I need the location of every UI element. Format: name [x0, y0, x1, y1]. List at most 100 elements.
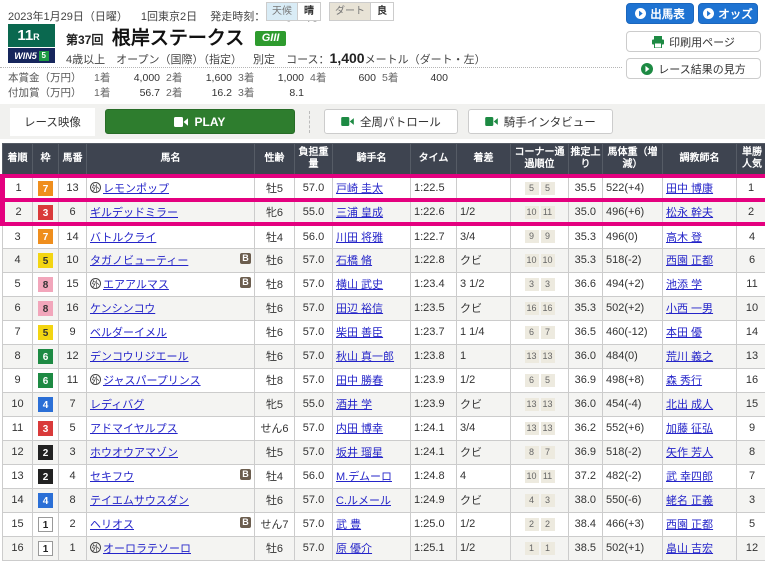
trainer-cell: 矢作 芳人: [663, 440, 737, 464]
table-row: 1324セキフウB牡456.0M.デムーロ1:24.84101137.2482(…: [3, 464, 765, 488]
jockey-link[interactable]: 石橋 脩: [336, 255, 372, 267]
race-ordinal: 第37回: [66, 33, 103, 47]
horse-name-link[interactable]: バトルクライ: [90, 232, 156, 244]
body-weight: 484(0): [603, 344, 663, 368]
trainer-link[interactable]: 小西 一男: [666, 303, 713, 315]
last3f: 35.3: [569, 248, 603, 272]
jockey-link[interactable]: 柴田 善臣: [336, 327, 383, 339]
jockey-link[interactable]: C.ルメール: [336, 495, 391, 507]
trainer-link[interactable]: 高木 登: [666, 232, 702, 244]
horse-name-link[interactable]: ジャスパープリンス: [103, 375, 201, 387]
frame-number-badge: 7: [38, 229, 53, 244]
trainer-cell: 蛯名 正義: [663, 488, 737, 512]
blinkers-badge: B: [240, 517, 251, 528]
foreign-bred-mark: 外: [90, 542, 101, 553]
trainer-link[interactable]: 森 秀行: [666, 375, 702, 387]
trainer-link[interactable]: 畠山 吉宏: [666, 543, 713, 555]
horse-name-link[interactable]: エアアルマス: [103, 279, 169, 291]
trainer-link[interactable]: 田中 博康: [666, 183, 713, 195]
horse-name-link[interactable]: ホウオウアマゾン: [90, 447, 178, 459]
horse-name-link[interactable]: セキフウ: [90, 471, 134, 483]
trainer-link[interactable]: 加藤 征弘: [666, 423, 713, 435]
margin: 1/2: [457, 368, 511, 392]
jockey-link[interactable]: 田辺 裕信: [336, 303, 383, 315]
trainer-link[interactable]: 松永 幹夫: [666, 207, 713, 219]
frame-number-badge: 2: [38, 445, 53, 460]
foreign-bred-mark: 外: [90, 278, 101, 289]
trainer-link[interactable]: 武 幸四郎: [666, 471, 713, 483]
trainer-link[interactable]: 池添 学: [666, 279, 702, 291]
horse-name-link[interactable]: アドマイヤルプス: [90, 423, 178, 435]
jockey-link[interactable]: 三浦 皇成: [336, 207, 383, 219]
table-row: 9611外ジャスパープリンス牡857.0田中 勝春1:23.91/26536.9…: [3, 368, 765, 392]
frame-cell: 6: [33, 368, 59, 392]
corner-order: 1010: [511, 248, 569, 272]
jockey-link[interactable]: M.デムーロ: [336, 471, 392, 483]
prize-rank: 3着: [238, 86, 264, 101]
last3f: 38.5: [569, 536, 603, 560]
patrol-video-button[interactable]: 全周パトロール: [324, 109, 458, 134]
table-header-row: 着順 枠 馬番 馬名 性齢 負担重量 騎手名 タイム 着差 コーナー通過順位 推…: [3, 144, 765, 177]
jockey-link[interactable]: 川田 将雅: [336, 232, 383, 244]
trainer-link[interactable]: 荒川 義之: [666, 351, 713, 363]
start-time-label: 発走時刻：: [210, 11, 265, 23]
jockey-link[interactable]: 秋山 真一郎: [336, 351, 394, 363]
weather-box: 天候 晴: [266, 2, 321, 21]
horse-name-link[interactable]: テイエムサウスダン: [90, 495, 189, 507]
play-button[interactable]: PLAY: [105, 109, 295, 134]
jockey-link[interactable]: 横山 武史: [336, 279, 383, 291]
trainer-link[interactable]: 矢作 芳人: [666, 447, 713, 459]
load-weight: 57.0: [295, 416, 333, 440]
time: 1:23.8: [411, 344, 457, 368]
jockey-link[interactable]: 酒井 学: [336, 399, 372, 411]
table-row: 1713外レモンポップ牡557.0戸崎 圭太1:22.55535.5522(+4…: [3, 176, 765, 200]
sex-age: 牡6: [255, 536, 295, 560]
prize-rank: 1着: [94, 71, 120, 86]
favorite-rank: 7: [737, 464, 765, 488]
frame-number-badge: 8: [38, 277, 53, 292]
horse-name-link[interactable]: レディバグ: [90, 399, 144, 411]
horse-name-link[interactable]: ヘリオス: [90, 519, 134, 531]
horse-name-link[interactable]: ベルダーイメル: [90, 327, 167, 339]
time: 1:22.6: [411, 200, 457, 224]
horse-name-link[interactable]: オーロラテソーロ: [103, 543, 191, 555]
frame-number-badge: 3: [38, 205, 53, 220]
race-header: 11R WIN5 5 第37回 根岸ステークス GIII 4歳以上 オープン（国…: [8, 23, 628, 67]
jockey-link[interactable]: 戸崎 圭太: [336, 183, 383, 195]
last3f: 36.9: [569, 368, 603, 392]
arrow-circle-icon: [703, 8, 714, 19]
horse-number: 15: [59, 272, 87, 296]
jockey-link[interactable]: 田中 勝春: [336, 375, 383, 387]
table-row: 1223ホウオウアマゾン牡557.0坂井 瑠星1:24.1クビ8736.9518…: [3, 440, 765, 464]
horse-name-link[interactable]: タガノビューティー: [90, 255, 188, 267]
load-weight: 57.0: [295, 176, 333, 200]
video-bar: レース映像 PLAY 全周パトロール 騎手インタビュー: [0, 104, 765, 139]
trainer-link[interactable]: 西園 正都: [666, 255, 713, 267]
prize-amount: 600: [336, 71, 376, 86]
jockey-link[interactable]: 原 優介: [336, 543, 372, 555]
last3f: 38.0: [569, 488, 603, 512]
trainer-cell: 小西 一男: [663, 296, 737, 320]
margin: 3/4: [457, 416, 511, 440]
horse-name-link[interactable]: レモンポップ: [103, 183, 169, 195]
howto-read-button[interactable]: レース結果の見方: [626, 58, 761, 79]
jockey-link[interactable]: 坂井 瑠星: [336, 447, 383, 459]
shutsuba-button[interactable]: 出馬表: [626, 3, 694, 24]
jockey-link[interactable]: 内田 博幸: [336, 423, 383, 435]
finish-position: 9: [3, 368, 33, 392]
jockey-interview-button[interactable]: 騎手インタビュー: [468, 109, 613, 134]
time: 1:24.1: [411, 416, 457, 440]
trainer-link[interactable]: 蛯名 正義: [666, 495, 713, 507]
print-page-button[interactable]: 印刷用ページ: [626, 31, 761, 52]
odds-button[interactable]: オッズ: [698, 3, 758, 24]
trainer-link[interactable]: 北出 成人: [666, 399, 713, 411]
trainer-link[interactable]: 西園 正都: [666, 519, 713, 531]
col-trainer: 調教師名: [663, 144, 737, 177]
jockey-link[interactable]: 武 豊: [336, 519, 361, 531]
horse-name-link[interactable]: デンコウリジエール: [90, 351, 189, 363]
horse-name-link[interactable]: ギルデッドミラー: [90, 207, 178, 219]
sex-age: 牡4: [255, 224, 295, 248]
horse-name-link[interactable]: ケンシンコウ: [90, 303, 155, 315]
trainer-link[interactable]: 本田 優: [666, 327, 702, 339]
body-weight: 550(-6): [603, 488, 663, 512]
